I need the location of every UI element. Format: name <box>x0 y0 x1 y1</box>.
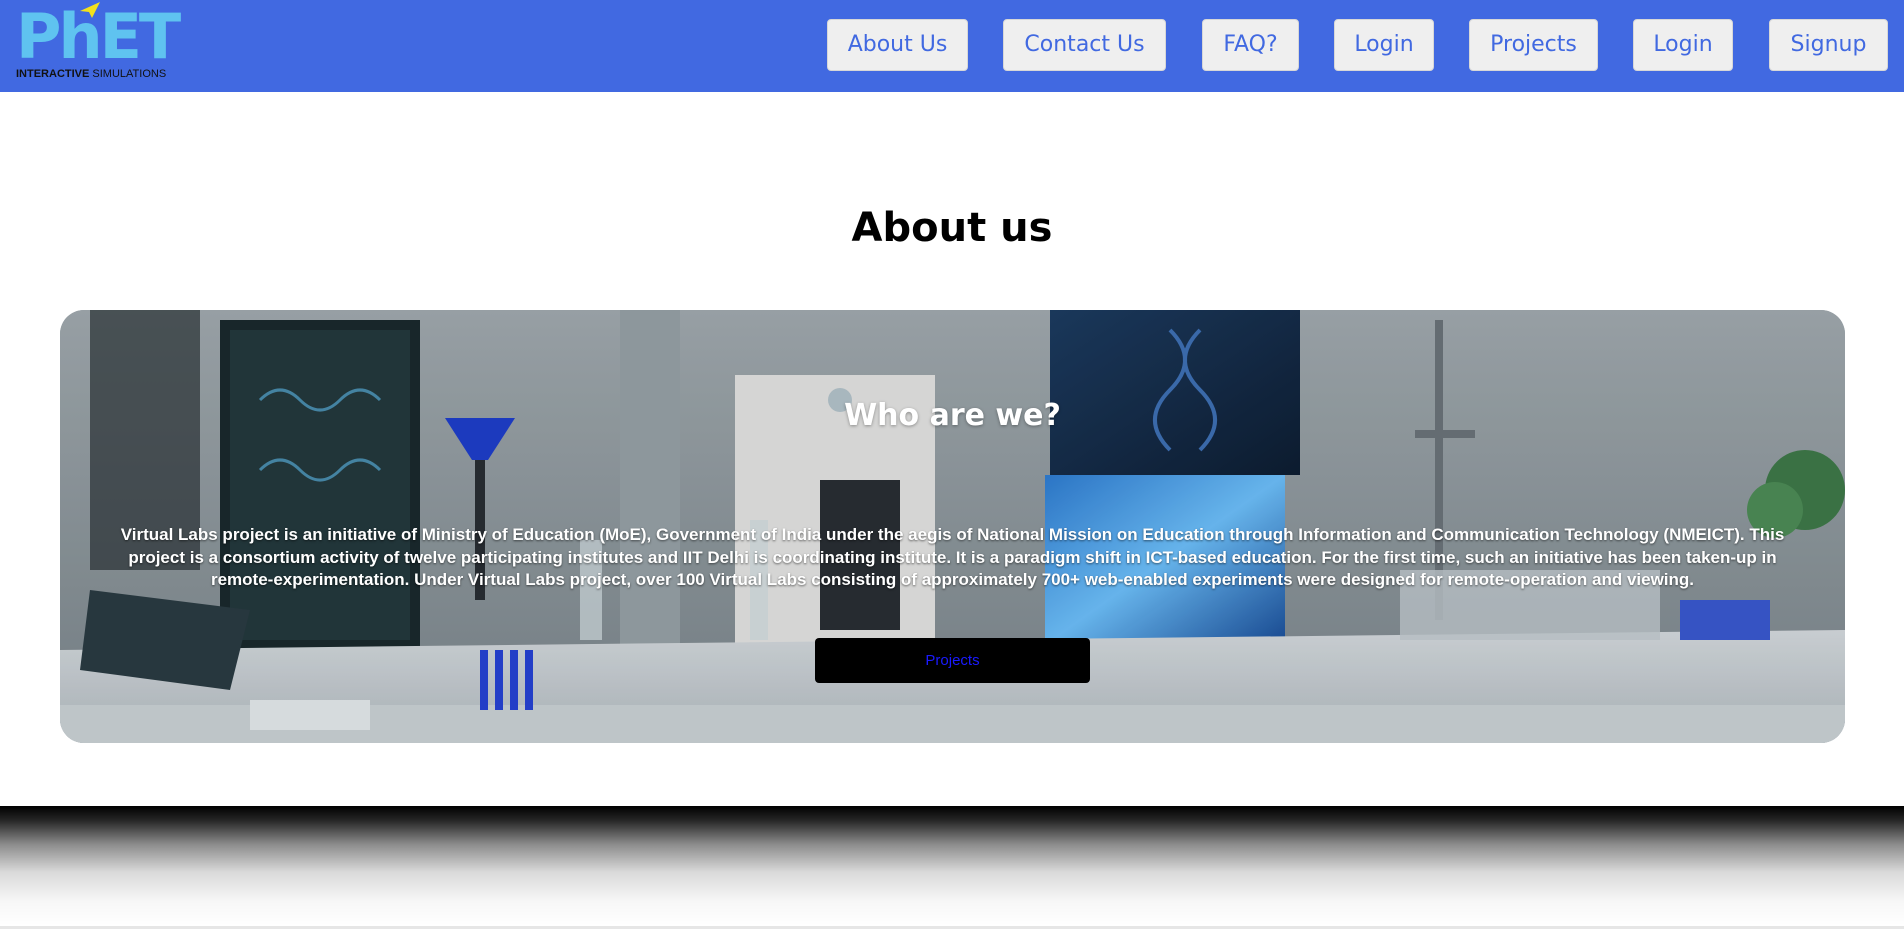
about-hero-card: Who are we? Virtual Labs project is an i… <box>60 310 1845 743</box>
top-navbar: PhET INTERACTIVE SIMULATIONS About Us Co… <box>0 0 1904 92</box>
nav-signup-button[interactable]: Signup <box>1769 19 1888 71</box>
logo-tagline-rest: SIMULATIONS <box>92 68 167 80</box>
phet-logo[interactable]: PhET INTERACTIVE SIMULATIONS <box>16 2 181 82</box>
nav-projects-button[interactable]: Projects <box>1469 19 1598 71</box>
nav-login-button-2[interactable]: Login <box>1633 19 1733 71</box>
hero-description: Virtual Labs project is an initiative of… <box>120 525 1785 589</box>
nav-login-button[interactable]: Login <box>1334 19 1434 71</box>
paper-plane-icon <box>80 2 100 18</box>
projects-button[interactable]: Projects <box>815 638 1090 683</box>
logo-tagline: INTERACTIVE SIMULATIONS <box>16 68 166 80</box>
nav-about-us-button[interactable]: About Us <box>827 19 968 71</box>
page-title: About us <box>851 205 1053 251</box>
footer-shadow <box>0 806 1904 926</box>
nav-contact-us-button[interactable]: Contact Us <box>1003 19 1166 71</box>
nav-faq-button[interactable]: FAQ? <box>1202 19 1299 71</box>
hero-heading: Who are we? <box>844 398 1061 433</box>
logo-tagline-bold: INTERACTIVE <box>16 68 90 80</box>
